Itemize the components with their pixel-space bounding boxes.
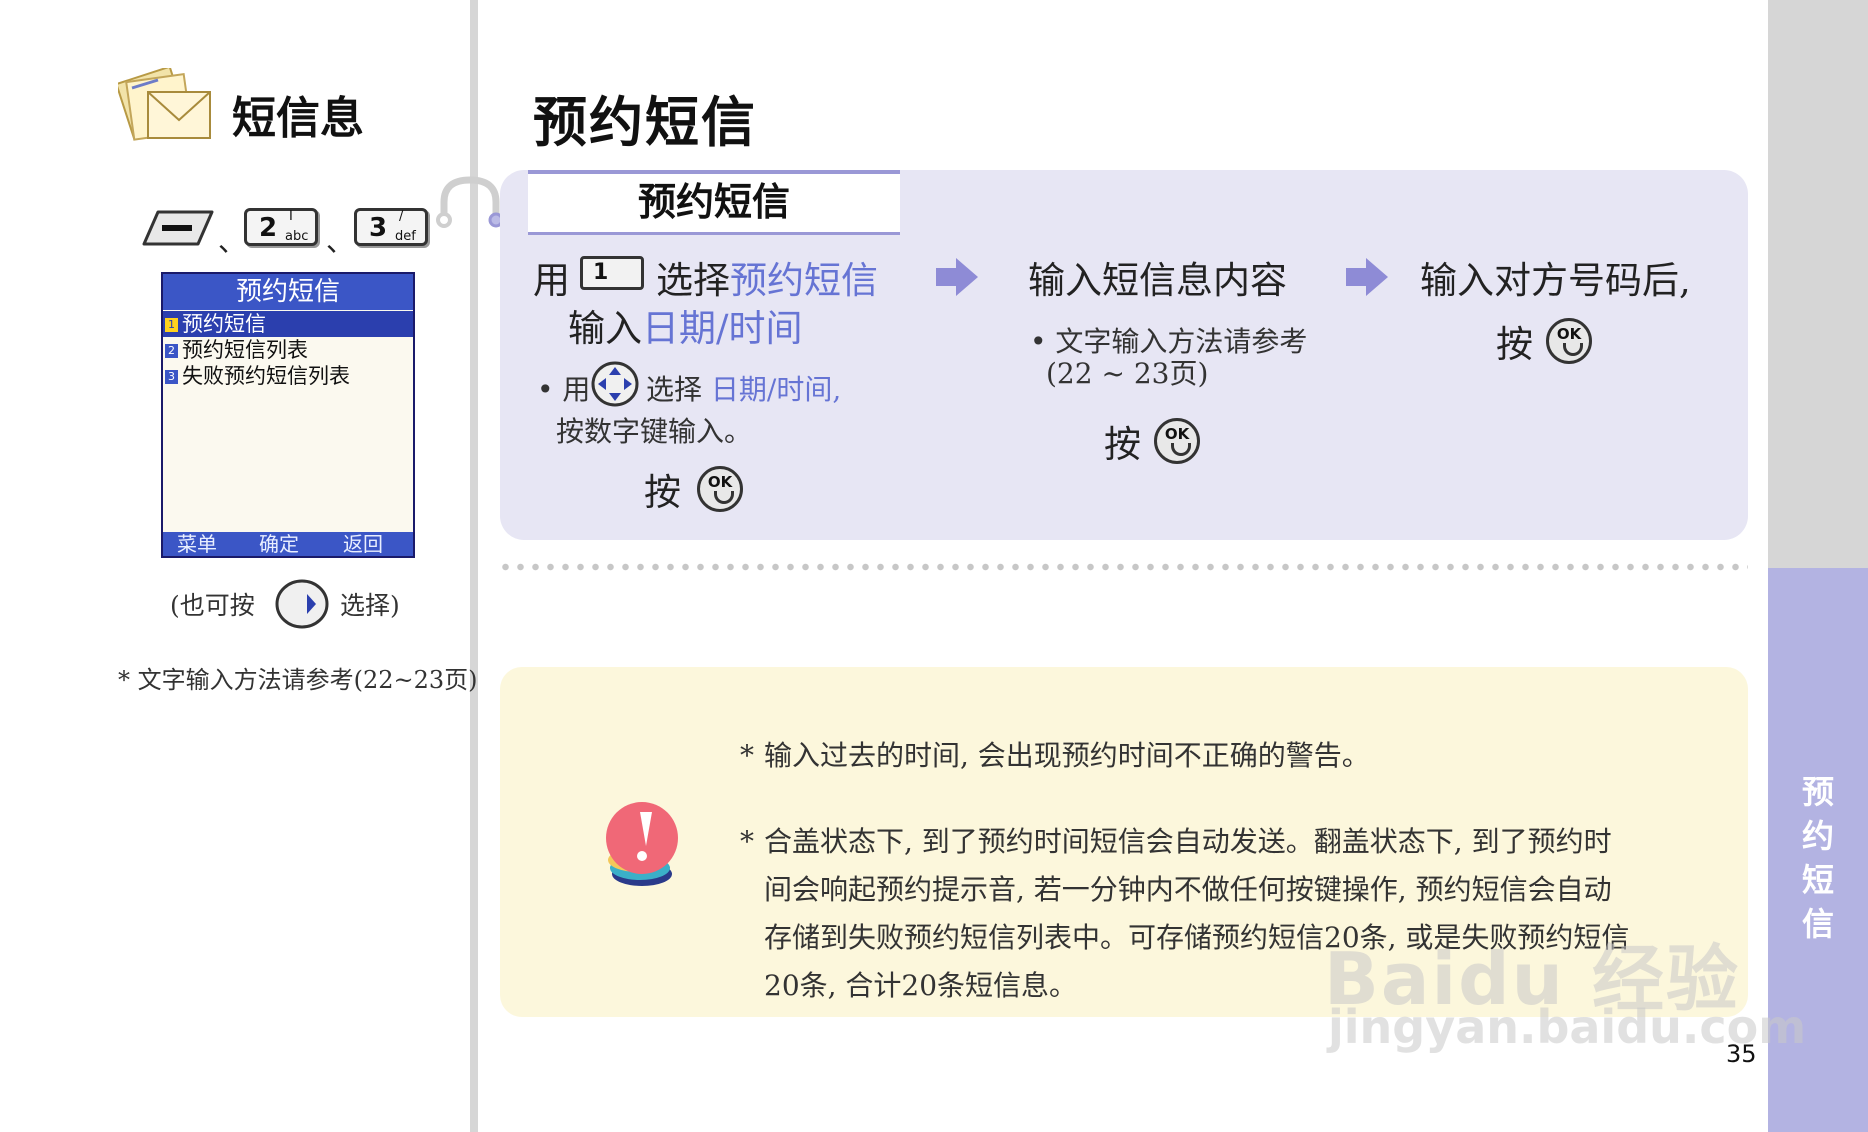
step1-bullet-prefix: • 用 bbox=[537, 373, 591, 406]
nav-key-icon bbox=[591, 361, 639, 407]
step3-text: 输入对方号码后, bbox=[1420, 259, 1691, 302]
key-1-icon: 1 bbox=[580, 256, 644, 290]
side-chapter-tab-label: 预 约 短 信 bbox=[1801, 773, 1834, 943]
step3-press: 按 bbox=[1496, 323, 1533, 366]
separator: 、 bbox=[326, 225, 355, 258]
section-title: 短信息 bbox=[232, 93, 364, 144]
phone-menu-item[interactable]: 3 失败预约短信列表 bbox=[163, 363, 413, 389]
arrow-head-icon bbox=[956, 258, 978, 296]
column-divider bbox=[470, 0, 478, 1132]
page-title: 预约短信 bbox=[533, 91, 757, 154]
ok-key-icon: OK bbox=[697, 466, 743, 512]
softkey-back[interactable]: 返回 bbox=[343, 532, 383, 556]
key-2-icon: 2 I abc bbox=[244, 208, 318, 246]
step1-bullet-line2: 按数字键输入。 bbox=[556, 415, 753, 448]
phone-menu-item[interactable]: 2 预约短信列表 bbox=[163, 337, 413, 363]
page-number: 35 bbox=[1726, 1040, 1757, 1068]
separator: 、 bbox=[218, 225, 247, 258]
softkey-menu[interactable]: 菜单 bbox=[177, 532, 217, 556]
menu-softkey-icon bbox=[142, 210, 214, 246]
step1-bullet-mid: 选择 日期/时间, bbox=[646, 373, 842, 406]
ok-key-icon: OK bbox=[1154, 418, 1200, 464]
steps-tab-label: 预约短信 bbox=[637, 180, 790, 224]
ok-key-icon: OK bbox=[1546, 318, 1592, 364]
step2-text: 输入短信息内容 bbox=[1028, 259, 1287, 302]
warning-icon bbox=[606, 802, 678, 886]
nav-right-key-icon bbox=[275, 579, 329, 629]
dotted-divider bbox=[498, 563, 1748, 571]
key-3-icon: 3 / def bbox=[354, 208, 428, 246]
phone-softkey-bar: 菜单 确定 返回 bbox=[163, 532, 413, 556]
reference-note: * 文字输入方法请参考(22~23页) bbox=[118, 666, 478, 694]
phone-screen: 预约短信 1 预约短信 2 预约短信列表 3 失败预约短信列表 菜单 确定 返回 bbox=[161, 272, 415, 558]
step1-input-text: 输入日期/时间 bbox=[568, 307, 803, 350]
also-press-text: (也可按 bbox=[170, 591, 255, 620]
step2-press: 按 bbox=[1104, 423, 1141, 466]
arrow-head-icon bbox=[1366, 258, 1388, 296]
step1-select-text: 选择预约短信 bbox=[656, 259, 878, 302]
envelope-icon bbox=[118, 68, 211, 141]
phone-menu-item[interactable]: 1 预约短信 bbox=[163, 311, 413, 337]
also-press-suffix: 选择) bbox=[340, 591, 400, 620]
divider-hook bbox=[436, 176, 504, 228]
step2-bullet-line2: (22 ~ 23页) bbox=[1046, 357, 1209, 390]
step1-prefix: 用 bbox=[533, 259, 570, 302]
softkey-ok[interactable]: 确定 bbox=[259, 532, 299, 556]
step1-press: 按 bbox=[644, 471, 681, 514]
arrow-icon bbox=[1346, 268, 1366, 286]
note-item: * 输入过去的时间, 会出现预约时间不正确的警告。 bbox=[740, 739, 1370, 772]
arrow-icon bbox=[936, 268, 956, 286]
phone-screen-title: 预约短信 bbox=[163, 274, 413, 310]
